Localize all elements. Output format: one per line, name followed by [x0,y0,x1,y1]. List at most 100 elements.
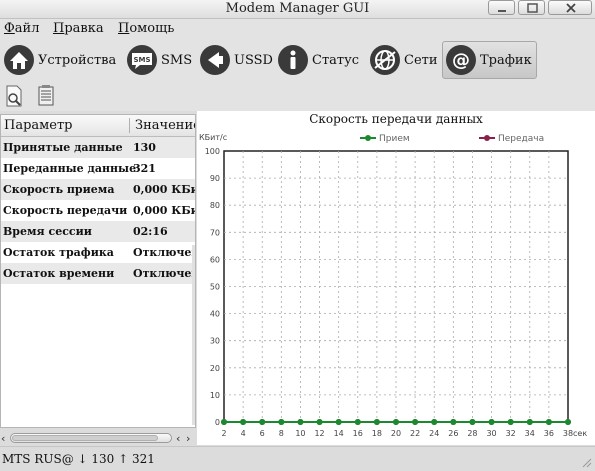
y-tick-label: 60 [210,255,220,264]
y-tick-label: 0 [215,418,220,427]
column-separator [129,118,130,133]
ussd-icon [200,45,230,75]
x-tick-label: 2 [221,429,226,438]
x-tick-label: 8 [279,429,284,438]
table-row[interactable]: Принятые данные 130 [1,137,195,158]
status-button[interactable]: Статус [275,41,359,79]
table-row[interactable]: Скорость передачи 0,000 КБит/с [1,200,195,221]
row-value: 02:16 [133,225,168,238]
ussd-button[interactable]: USSD [197,41,273,79]
data-point [431,419,438,425]
data-point [373,419,380,425]
data-point [507,419,514,425]
traffic-graph-panel: Скорость передачи данных КБит/с Прием Перед… [197,111,595,445]
horizontal-scrollbar[interactable]: ‹ ‹ › [0,430,196,446]
traffic-button[interactable]: @ Трафик [442,41,537,79]
table-row[interactable]: Переданные данные 321 [1,158,195,179]
y-tick-label: 10 [210,391,220,400]
x-tick-label: 22 [410,429,420,438]
scroll-left-arrow-icon[interactable]: ‹ [1,432,5,445]
statistics-icon[interactable] [36,85,56,107]
x-tick-label: 32 [506,429,516,438]
x-tick-label: 34 [525,429,535,438]
traffic-speed-chart: Скорость передачи данных КБит/с Прием Перед… [199,112,587,438]
connection-status: MTS RUS@ ↓ 130 ↑ 321 [2,452,155,466]
legend-label: Прием [379,134,410,144]
menu-edit[interactable]: Правка [53,21,104,36]
data-point [297,419,304,425]
y-tick-label: 100 [205,147,220,156]
traffic-parameters-table: Параметр Значение Принятые данные 130 Пер… [0,114,196,428]
traffic-toolbar [0,81,595,111]
legend-swatch-marker [365,135,371,141]
x-tick-label: 6 [260,429,265,438]
panel-splitter[interactable] [192,245,195,425]
networks-button[interactable]: Сети [367,41,438,79]
data-point [316,419,323,425]
sms-label: SMS [161,52,193,68]
data-point [526,419,533,425]
x-tick-label: 24 [429,429,439,438]
y-tick-label: 80 [210,201,220,210]
traffic-label: Трафик [480,52,532,68]
row-value: 0,000 КБит/с [133,183,195,196]
scroll-right-arrow-icon[interactable]: › [186,432,190,445]
svg-text:@: @ [452,50,470,71]
row-parameter: Переданные данные [3,162,137,175]
maximize-button[interactable] [518,0,545,15]
devices-button[interactable]: Устройства [1,41,117,79]
settings-page-icon[interactable] [4,85,24,107]
y-tick-label: 50 [210,283,220,292]
column-header-parameter[interactable]: Параметр [4,118,72,133]
table-row[interactable]: Остаток трафика Отключено [1,242,195,263]
row-parameter: Принятые данные [3,141,123,154]
scroll-left-step-icon[interactable]: ‹ [176,432,180,445]
x-tick-label: 26 [448,429,458,438]
menu-file[interactable]: Файл [4,21,39,36]
scrollbar-trough[interactable] [10,433,172,443]
minimize-button[interactable] [488,0,515,15]
row-parameter: Остаток трафика [3,246,114,259]
table-row[interactable]: Время сессии 02:16 [1,221,195,242]
title-bar: Modem Manager GUI [0,0,595,19]
info-icon [278,45,308,75]
sms-icon: SMS [127,45,157,75]
main-toolbar: Устройства SMS SMS USSD Статус Сети @ Тр… [0,41,595,81]
devices-label: Устройства [38,52,117,68]
sms-button[interactable]: SMS SMS [124,41,193,79]
home-icon [4,45,34,75]
maximize-icon [527,3,538,13]
row-parameter: Остаток времени [3,267,115,280]
y-axis-label: КБит/с [199,133,227,142]
data-point [488,419,495,425]
status-bar: MTS RUS@ ↓ 130 ↑ 321 [0,446,595,471]
row-value: 0,000 КБит/с [133,204,195,217]
x-axis-unit-label: сек [573,429,587,438]
table-row[interactable]: Остаток времени Отключено [1,263,195,284]
x-tick-label: 36 [544,429,554,438]
column-header-value[interactable]: Значение [135,118,195,133]
resize-grip-icon[interactable] [582,458,592,468]
row-parameter: Скорость передачи [3,204,128,217]
y-tick-label: 90 [210,174,220,183]
row-value: 321 [133,162,156,175]
status-label: Статус [312,52,360,68]
data-point [450,419,457,425]
y-tick-label: 70 [210,228,220,237]
table-body: Принятые данные 130 Переданные данные 321 … [1,137,195,284]
x-tick-label: 10 [295,429,305,438]
menu-bar: Файл Правка Помощь [0,19,595,41]
data-point [393,419,399,425]
row-parameter: Скорость приема [3,183,115,196]
close-button[interactable] [548,0,592,15]
x-tick-label: 4 [241,429,246,438]
table-row[interactable]: Скорость приема 0,000 КБит/с [1,179,195,200]
row-value: 130 [133,141,156,154]
data-point [335,419,342,425]
row-parameter: Время сессии [3,225,92,238]
y-tick-label: 40 [210,310,220,319]
scrollbar-thumb[interactable] [12,435,158,441]
data-point [259,419,266,425]
menu-help[interactable]: Помощь [118,21,174,36]
svg-text:SMS: SMS [133,56,150,64]
